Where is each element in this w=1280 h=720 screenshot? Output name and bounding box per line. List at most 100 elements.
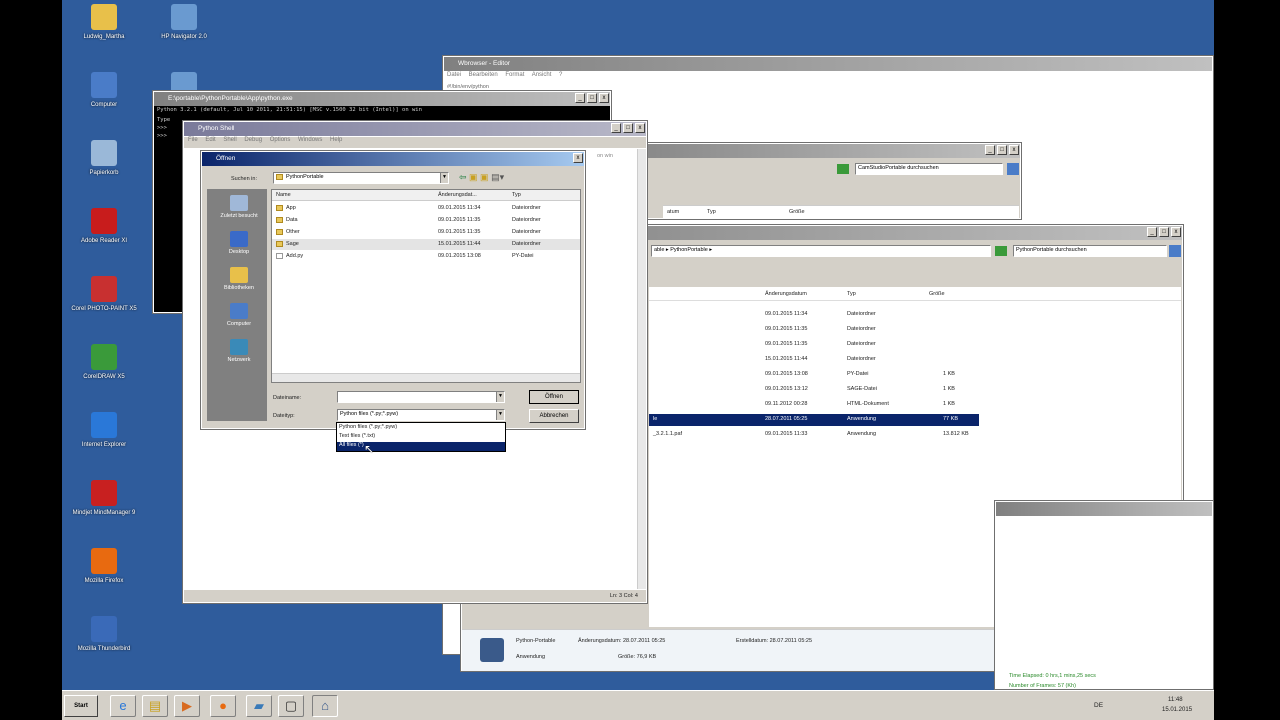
place-network[interactable]: Netzwerk <box>211 339 267 363</box>
explorer1-titlebar[interactable] <box>584 144 1020 158</box>
desktop-icon[interactable]: CorelDRAW X5 <box>64 344 144 380</box>
explorer2-address-bar[interactable]: able ▸ PythonPortable ▸ <box>651 245 991 257</box>
table-row[interactable]: 09.01.2015 11:34 Dateiordner <box>649 309 979 321</box>
chevron-down-icon[interactable]: ▼ <box>496 392 504 402</box>
start-button[interactable]: Start <box>64 695 98 717</box>
desktop-icon[interactable]: Internet Explorer <box>64 412 144 448</box>
explorer-icon[interactable]: ▤ <box>142 695 168 717</box>
filetype-option-selected[interactable]: All files (*) <box>337 442 505 451</box>
console-icon[interactable]: ▢ <box>278 695 304 717</box>
clock-date[interactable]: 15.01.2015 <box>1162 707 1192 713</box>
internet-explorer-icon <box>91 412 117 438</box>
dialog-hscrollbar[interactable] <box>272 373 580 382</box>
column-header-date[interactable]: Änderungsdatum <box>765 291 807 297</box>
close-button[interactable]: x <box>573 153 583 163</box>
table-row[interactable]: _3.2.1.1.paf 09.01.2015 11:33 Anwendung 13.… <box>649 429 979 441</box>
column-name[interactable]: Name <box>276 192 291 198</box>
shell-menu[interactable]: File Edit Shell Debug Options Windows He… <box>184 137 646 148</box>
column-header[interactable]: atum <box>667 209 679 215</box>
desktop-icon[interactable]: Ludwig_Martha <box>64 4 144 40</box>
column-header-size[interactable]: Größe <box>929 291 945 297</box>
lookin-dropdown[interactable]: PythonPortable ▼ <box>273 172 449 184</box>
table-row[interactable]: 09.01.2015 11:35 Dateiordner <box>649 339 979 351</box>
close-button[interactable]: x <box>1009 145 1019 155</box>
table-row[interactable]: le 28.07.2011 05:25 Anwendung 77 KB <box>649 414 979 426</box>
column-header[interactable]: Größe <box>789 209 805 215</box>
close-button[interactable]: x <box>1171 227 1181 237</box>
internet-explorer-icon[interactable]: e <box>110 695 136 717</box>
close-button[interactable]: x <box>635 123 645 133</box>
media-player-icon[interactable]: ▶ <box>174 695 200 717</box>
desktop-icon[interactable]: Computer <box>64 72 144 108</box>
cancel-button[interactable]: Abbrechen <box>529 409 579 423</box>
open-button[interactable]: Öffnen <box>529 390 579 404</box>
toolbar-icons[interactable]: ⇦ ▣ ▣ ▤▾ <box>459 172 504 183</box>
desktop-icon[interactable]: Corel PHOTO-PAINT X5 <box>64 276 144 312</box>
explorer2-search-input[interactable]: PythonPortable durchsuchen <box>1013 245 1167 257</box>
python-icon[interactable]: ⌂ <box>312 695 338 717</box>
table-row[interactable]: 09.11.2012 00:28 HTML-Dokument 1 KB <box>649 399 979 411</box>
minimize-button[interactable]: _ <box>575 93 585 103</box>
column-type[interactable]: Typ <box>512 192 521 198</box>
chevron-down-icon[interactable]: ▼ <box>496 410 504 420</box>
table-row[interactable]: 09.01.2015 11:35 Dateiordner <box>649 324 979 336</box>
table-row[interactable]: 09.01.2015 13:08 PY-Datei 1 KB <box>649 369 979 381</box>
place-recent[interactable]: Zuletzt besucht <box>211 195 267 219</box>
close-button[interactable]: x <box>599 93 609 103</box>
console-titlebar[interactable]: E:\portable\PythonPortable\App\python.ex… <box>154 92 610 106</box>
maximize-button[interactable]: □ <box>587 93 597 103</box>
desktop-icon[interactable]: Mozilla Thunderbird <box>64 616 144 652</box>
search-icon[interactable] <box>1169 245 1181 257</box>
place-desktop[interactable]: Desktop <box>211 231 267 255</box>
notepad-menu[interactable]: Datei Bearbeiten Format Ansicht ? <box>447 72 562 82</box>
firefox-icon[interactable]: ● <box>210 695 236 717</box>
language-indicator[interactable]: DE <box>1094 702 1103 709</box>
notepad-title: Wbrowser - Editor <box>458 60 511 67</box>
filetype-option[interactable]: Text files (*.txt) <box>339 433 375 439</box>
explorer-window-camstudio[interactable]: _ □ x CamStudioPortable durchsuchen atum… <box>582 142 1022 220</box>
chevron-down-icon[interactable]: ▼ <box>440 173 448 183</box>
maximize-button[interactable]: □ <box>1159 227 1169 237</box>
dialog-titlebar[interactable]: Öffnen <box>202 152 584 166</box>
minimize-button[interactable]: _ <box>985 145 995 155</box>
desktop-icon[interactable]: HP Navigator 2.0 <box>144 4 224 40</box>
file-row[interactable]: Data 09.01.2015 11:35 Dateiordner <box>272 215 580 226</box>
shell-scrollbar[interactable] <box>637 149 646 589</box>
file-row[interactable]: Other 09.01.2015 11:35 Dateiordner <box>272 227 580 238</box>
desktop-icon[interactable]: Mozilla Firefox <box>64 548 144 584</box>
desktop-icon[interactable]: Adobe Reader XI <box>64 208 144 244</box>
desktop-icon[interactable]: Mindjet MindManager 9 <box>64 480 144 516</box>
search-icon[interactable] <box>1007 163 1019 175</box>
filetype-label: Dateityp: <box>273 413 295 419</box>
column-header-type[interactable]: Typ <box>847 291 856 297</box>
desktop-icon[interactable]: Papierkorb <box>64 140 144 176</box>
file-row[interactable]: Sage 15.01.2015 11:44 Dateiordner <box>272 239 580 250</box>
open-dialog[interactable]: Öffnen x Suchen in: PythonPortable ▼ ⇦ ▣… <box>200 150 586 430</box>
camstudio-window[interactable]: Time Elapsed: 0 hrs,1 mins,25 secs Numbe… <box>994 500 1214 690</box>
filetype-options-list[interactable]: Python files (*.py;*.pyw) Text files (*.… <box>336 422 506 452</box>
maximize-button[interactable]: □ <box>997 145 1007 155</box>
window-switch-icon[interactable]: ▰ <box>246 695 272 717</box>
explorer1-search-input[interactable]: CamStudioPortable durchsuchen <box>855 163 1003 175</box>
camstudio-titlebar[interactable] <box>996 502 1212 516</box>
shell-titlebar[interactable]: Python Shell <box>184 122 646 136</box>
maximize-button[interactable]: □ <box>623 123 633 133</box>
notepad-titlebar[interactable]: Wbrowser - Editor <box>444 57 1212 71</box>
table-row[interactable]: 09.01.2015 13:12 SAGE-Datei 1 KB <box>649 384 979 396</box>
minimize-button[interactable]: _ <box>1147 227 1157 237</box>
filename-input[interactable]: ▼ <box>337 391 505 403</box>
refresh-icon[interactable] <box>837 164 849 174</box>
filetype-option[interactable]: Python files (*.py;*.pyw) <box>339 424 397 430</box>
column-date[interactable]: Änderungsdat... <box>438 192 477 198</box>
column-header[interactable]: Typ <box>707 209 716 215</box>
dialog-file-list[interactable]: Name Änderungsdat... Typ App 09.01.2015 1… <box>271 189 581 383</box>
refresh-icon[interactable] <box>995 246 1007 256</box>
minimize-button[interactable]: _ <box>611 123 621 133</box>
filetype-dropdown[interactable]: Python files (*.py;*.pyw) ▼ <box>337 409 505 421</box>
clock-time[interactable]: 11:48 <box>1168 697 1183 703</box>
place-computer[interactable]: Computer <box>211 303 267 327</box>
table-row[interactable]: 15.01.2015 11:44 Dateiordner <box>649 354 979 366</box>
file-row[interactable]: App 09.01.2015 11:34 Dateiordner <box>272 203 580 214</box>
file-row[interactable]: Add.py 09.01.2015 13:08 PY-Datei <box>272 251 580 262</box>
place-libraries[interactable]: Bibliotheken <box>211 267 267 291</box>
